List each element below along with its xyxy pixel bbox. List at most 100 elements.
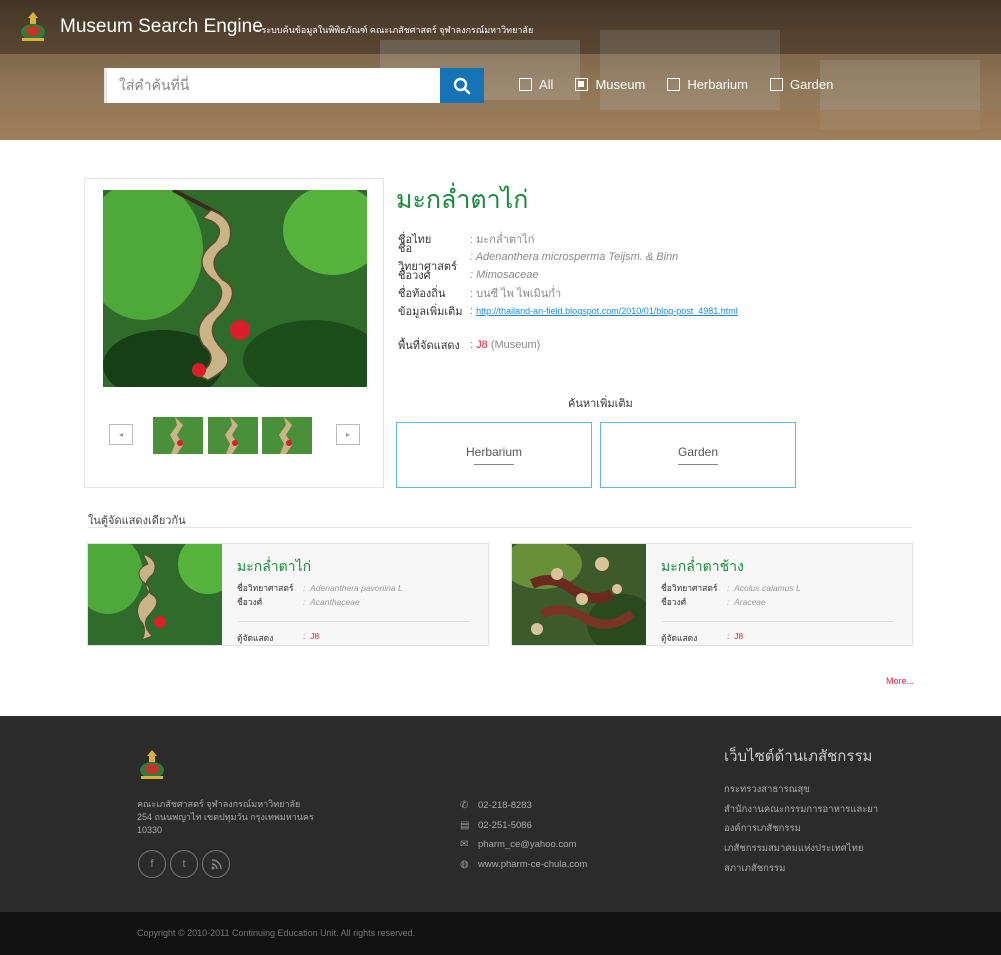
footer-link[interactable]: สภาเภสัชกรรม [724,861,878,881]
contact-website[interactable]: ◍ www.pharm-ce-chula.com [460,855,587,875]
twitter-icon: t [182,858,186,870]
info-value: : มะกล่ำตาไก่ [470,234,535,246]
search-button[interactable] [440,68,484,103]
divider [237,621,469,622]
location-type: (Museum) [490,339,541,351]
filter-herbarium-label: Herbarium [687,77,748,92]
info-row-local-name: ชื่อท้องถิ่น : บนซี ไพ ไพเมินก่ำ [398,284,738,302]
specimen-info: ชื่อไทย : มะกล่ำตาไก่ ชื่อวิทยาศาสตร์ : … [398,230,738,354]
fax-icon: ▤ [460,819,470,831]
info-label: ข้อมูลเพิ่มเติม [398,306,463,318]
faculty-logo[interactable] [18,10,48,44]
footer-contact: ✆ 02-218-8283 ▤ 02-251-5086 ✉ pharm_ce@yaho… [460,796,587,874]
thumbnail-1[interactable] [153,417,203,454]
banner-display-case [600,30,780,110]
filter-garden-label: Garden [790,77,834,92]
filter-all[interactable]: All [519,77,553,92]
specimen-title: มะกล่ำตาไก่ [396,186,529,214]
more-link[interactable]: More... [886,676,914,686]
address-line: คณะเภสัชศาสตร์ จุฬาลงกรณ์มหาวิทยาลัย [137,799,301,809]
prev-thumb-button[interactable]: ◂ [109,424,133,445]
more-search-herbarium-button[interactable]: Herbarium [396,422,592,488]
site-title[interactable]: Museum Search Engine [60,16,263,38]
sci-label: ชื่อวิทยาศาสตร์ [661,583,718,593]
thumbnail-3[interactable] [262,417,312,454]
facebook-button[interactable]: f [138,850,166,878]
contact-phone: ✆ 02-218-8283 [460,796,587,816]
more-info-link[interactable]: http://thailand-an-field.blogspot.com/20… [476,306,738,316]
pharmacy-links-title: เว็บไซต์ด้านเภสัชกรรม [724,748,873,765]
filter-garden[interactable]: Garden [770,77,833,92]
pharmacy-links: กระทรวงสาธารณสุข สำนักงานคณะกรรมการอาหาร… [724,782,878,880]
checkbox-herbarium[interactable] [667,78,681,91]
twitter-button[interactable]: t [170,850,198,878]
contact-text[interactable]: pharm_ce@yahoo.com [478,839,576,850]
info-value: : Adenanthera microsperma Teijsm. & Binn [470,251,679,263]
thumbnail-2[interactable] [208,417,258,454]
contact-text[interactable]: www.pharm-ce-chula.com [478,859,587,870]
footer-address: คณะเภสัชศาสตร์ จุฬาลงกรณ์มหาวิทยาลัย 254… [137,798,337,837]
related-card-title[interactable]: มะกล่ำตาไก่ [237,556,311,578]
site-subtitle: - ระบบค้นข้อมูลในพิพิธภัณฑ์ คณะเภสัชศาสต… [256,25,534,35]
footer-link[interactable]: สำนักงานคณะกรรมการอาหารและยา [724,802,878,822]
next-thumb-button[interactable]: ▸ [336,424,360,445]
info-label: พื้นที่จัดแสดง [398,340,460,352]
specimen-main-image[interactable] [103,190,367,387]
contact-fax: ▤ 02-251-5086 [460,816,587,836]
divider [474,464,514,465]
checkbox-museum[interactable] [575,78,589,91]
info-row-family: ชื่อวงศ์ : Mimosaceae [398,266,738,284]
related-card-location: ตู้จัดแสดง : J8 [661,631,744,643]
info-row-location: พื้นที่จัดแสดง : J8 (Museum) [398,336,738,354]
rss-button[interactable] [202,850,230,878]
footer-link[interactable]: กระทรวงสาธารณสุข [724,782,878,802]
copyright-text: Copyright © 2010-2011 Continuing Educati… [137,928,416,938]
sci-value: Adenanthera pavonina L [310,583,403,593]
related-card-info: ชื่อวิทยาศาสตร์: Adenanthera pavonina L … [237,583,403,607]
chevron-right-icon: ▸ [345,430,350,439]
checkbox-garden[interactable] [770,78,783,91]
related-card-image[interactable] [88,544,222,645]
more-search-title: ค้นหาเพิ่มเติม [568,398,633,410]
related-card-image[interactable] [512,544,646,645]
divider [678,464,718,465]
faculty-logo [140,750,164,779]
banner-floor [0,110,1001,140]
facebook-icon: f [150,858,154,870]
search-icon [453,77,471,94]
loc-label: ตู้จัดแสดง [237,633,274,643]
loc-value: J8 [734,631,744,641]
copyright-bar: Copyright © 2010-2011 Continuing Educati… [0,912,1001,955]
search-input[interactable]: ใส่คำค้นที่นี่ [104,68,440,103]
contact-text: 02-218-8283 [478,800,532,812]
family-value: Acanthaceae [310,597,360,607]
sci-value: Acolus calamus L [734,583,801,593]
source-filters: All Museum Herbarium Garden [519,77,855,92]
filter-museum[interactable]: Museum [575,77,645,92]
related-card-location: ตู้จัดแสดง : J8 [237,631,320,643]
info-label: ชื่อท้องถิ่น [398,288,446,300]
info-label: ชื่อวงศ์ [398,270,431,282]
related-card[interactable]: มะกล่ำตาไก่ ชื่อวิทยาศาสตร์: Adenanthera… [87,543,489,646]
footer-link[interactable]: เภสัชกรรมสมาคมแห่งประเทศไทย [724,841,878,861]
address-line: 254 ถนนพญาไท เขตปทุมวัน กรุงเทพมหานคร [137,812,314,822]
divider [661,621,893,622]
filter-herbarium[interactable]: Herbarium [667,77,748,92]
family-label: ชื่อวงศ์ [661,597,687,607]
filter-all-label: All [539,77,554,92]
more-search-garden-button[interactable]: Garden [600,422,796,488]
related-card-title[interactable]: มะกล่ำตาช้าง [661,556,744,578]
sci-label: ชื่อวิทยาศาสตร์ [237,583,294,593]
footer-link[interactable]: องค์การเภสัชกรรม [724,821,878,841]
location-code: J8 [476,339,488,351]
address-line: 10330 [137,825,163,835]
globe-icon: ◍ [460,858,469,870]
more-search-herbarium-label: Herbarium [465,445,522,459]
related-card[interactable]: มะกล่ำตาช้าง ชื่อวิทยาศาสตร์: Acolus cal… [511,543,913,646]
checkbox-all[interactable] [519,78,532,91]
divider [88,527,912,528]
related-card-info: ชื่อวิทยาศาสตร์: Acolus calamus L ชื่อวง… [661,583,801,607]
mail-icon: ✉ [460,839,469,851]
footer: คณะเภสัชศาสตร์ จุฬาลงกรณ์มหาวิทยาลัย 254… [0,716,1001,912]
contact-email[interactable]: ✉ pharm_ce@yahoo.com [460,835,587,855]
